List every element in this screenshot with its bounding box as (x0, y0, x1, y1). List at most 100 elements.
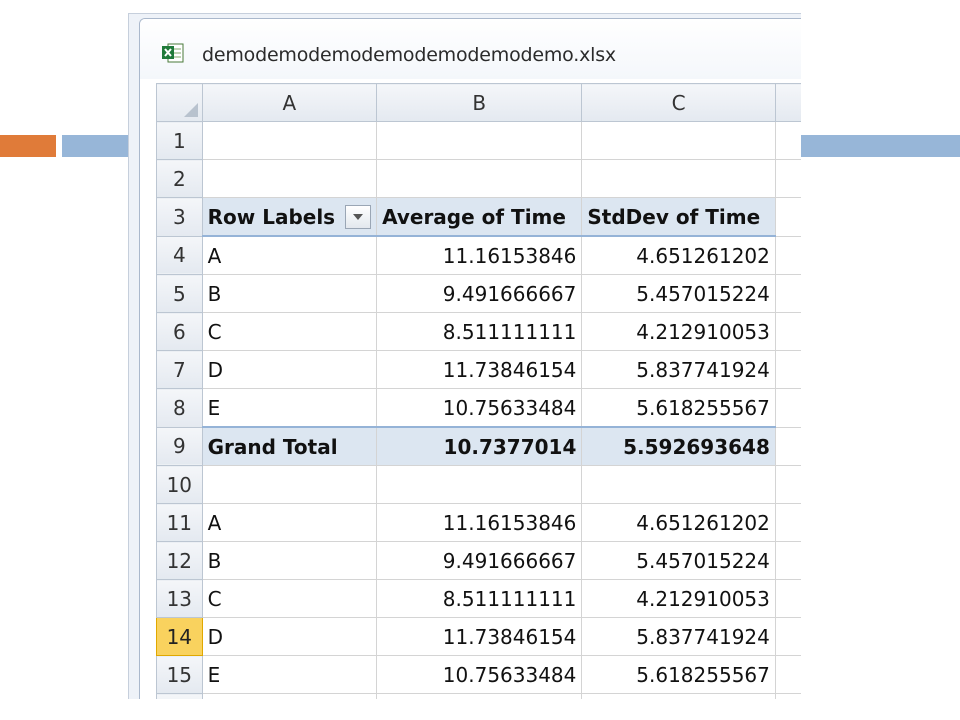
cell[interactable] (774, 465, 801, 504)
cell[interactable]: D (201, 617, 378, 656)
grand-total-label[interactable]: Grand Total (201, 426, 378, 466)
cell[interactable] (201, 159, 378, 198)
cell[interactable]: D (201, 350, 378, 389)
row-header[interactable]: 15 (156, 655, 203, 694)
title-bar[interactable]: demodemodemodemodemodemodemo.xlsx (140, 19, 801, 79)
slide-accent-bar-orange (0, 135, 56, 157)
column-header-c[interactable]: C (581, 83, 776, 122)
row-header[interactable]: 1 (156, 121, 203, 160)
cell[interactable]: 4.651261202 (581, 235, 776, 275)
cell[interactable]: A (201, 235, 378, 275)
cell[interactable]: B (201, 274, 378, 313)
row-header[interactable]: 11 (156, 503, 203, 542)
cell[interactable]: 9.491666667 (376, 274, 583, 313)
cell[interactable] (774, 350, 801, 389)
cell[interactable]: 5.618255567 (581, 388, 776, 428)
cell[interactable]: C (201, 579, 378, 618)
cell[interactable]: 9.491666667 (376, 541, 583, 580)
cell[interactable] (774, 579, 801, 618)
row-header[interactable] (156, 693, 203, 699)
grand-total-stddev[interactable]: 5.592693648 (581, 426, 776, 466)
cell[interactable]: 5.618255567 (581, 655, 776, 694)
cell[interactable] (774, 159, 801, 198)
cell[interactable]: 5.837741924 (581, 617, 776, 656)
cell[interactable]: A (201, 503, 378, 542)
cell[interactable] (774, 235, 801, 275)
cell[interactable]: B (201, 541, 378, 580)
cell[interactable]: 11.16153846 (376, 503, 583, 542)
cell[interactable] (774, 693, 801, 699)
row-header[interactable]: 10 (156, 465, 203, 504)
cell[interactable] (581, 465, 776, 504)
column-header-a[interactable]: A (201, 83, 378, 122)
cell[interactable] (774, 426, 801, 466)
row-header[interactable]: 3 (156, 197, 203, 237)
row-header[interactable]: 7 (156, 350, 203, 389)
cell[interactable]: 4.212910053 (581, 312, 776, 351)
dropdown-arrow-icon[interactable] (345, 204, 372, 229)
cell[interactable] (774, 541, 801, 580)
cell[interactable] (376, 159, 583, 198)
cell[interactable]: 5.837741924 (581, 350, 776, 389)
row-header[interactable]: 9 (156, 426, 203, 466)
cell[interactable] (581, 159, 776, 198)
row-header[interactable]: 5 (156, 274, 203, 313)
cell[interactable] (774, 121, 801, 160)
cell[interactable] (774, 312, 801, 351)
row-header[interactable]: 2 (156, 159, 203, 198)
row-header[interactable]: 12 (156, 541, 203, 580)
slide-accent-bar-blue-left (62, 135, 130, 157)
pivot-average-header[interactable]: Average of Time (376, 197, 583, 237)
table-row: 7 D 11.73846154 5.837741924 (156, 350, 801, 389)
row-header[interactable]: 13 (156, 579, 203, 618)
cell[interactable] (774, 617, 801, 656)
cell[interactable] (201, 693, 378, 699)
table-row: 11 A 11.16153846 4.651261202 (156, 503, 801, 542)
cell[interactable] (774, 388, 801, 428)
cell[interactable]: 10.75633484 (376, 388, 583, 428)
table-row: 6 C 8.511111111 4.212910053 (156, 312, 801, 351)
cell[interactable] (376, 465, 583, 504)
pivot-stddev-header[interactable]: StdDev of Time (581, 197, 776, 237)
grand-total-average[interactable]: 10.7377014 (376, 426, 583, 466)
cell[interactable] (774, 197, 801, 237)
row-header[interactable]: 8 (156, 388, 203, 428)
cell[interactable] (774, 655, 801, 694)
cell[interactable]: 8.511111111 (376, 579, 583, 618)
table-row: 14 D 11.73846154 5.837741924 (156, 617, 801, 656)
cell[interactable]: 4.212910053 (581, 579, 776, 618)
cell[interactable]: 11.73846154 (376, 350, 583, 389)
cell[interactable] (774, 503, 801, 542)
cell[interactable] (376, 693, 583, 699)
cell[interactable] (581, 121, 776, 160)
column-header-row: A B C (156, 83, 801, 122)
slide-accent-bar-blue-right (800, 135, 960, 157)
cell[interactable] (376, 121, 583, 160)
row-header-selected[interactable]: 14 (156, 617, 203, 656)
cell[interactable]: C (201, 312, 378, 351)
cell[interactable]: 4.651261202 (581, 503, 776, 542)
cell[interactable]: 5.457015224 (581, 541, 776, 580)
cell[interactable]: 11.73846154 (376, 617, 583, 656)
cell[interactable]: E (201, 388, 378, 428)
pivot-row-labels-cell[interactable]: Row Labels (201, 197, 378, 237)
column-header-b[interactable]: B (376, 83, 583, 122)
table-row: 13 C 8.511111111 4.212910053 (156, 579, 801, 618)
cell[interactable]: 8.511111111 (376, 312, 583, 351)
select-all-corner[interactable] (156, 83, 203, 122)
cell[interactable] (201, 465, 378, 504)
row-header[interactable]: 6 (156, 312, 203, 351)
table-row: 10 (156, 465, 801, 504)
excel-icon (162, 43, 184, 63)
cell[interactable] (201, 121, 378, 160)
table-row: 1 (156, 121, 801, 160)
row-labels-text: Row Labels (207, 204, 336, 229)
cell[interactable]: E (201, 655, 378, 694)
cell[interactable] (774, 274, 801, 313)
cell[interactable]: 5.457015224 (581, 274, 776, 313)
row-header[interactable]: 4 (156, 235, 203, 275)
column-header-d[interactable] (774, 83, 801, 122)
cell[interactable] (581, 693, 776, 699)
cell[interactable]: 11.16153846 (376, 235, 583, 275)
cell[interactable]: 10.75633484 (376, 655, 583, 694)
